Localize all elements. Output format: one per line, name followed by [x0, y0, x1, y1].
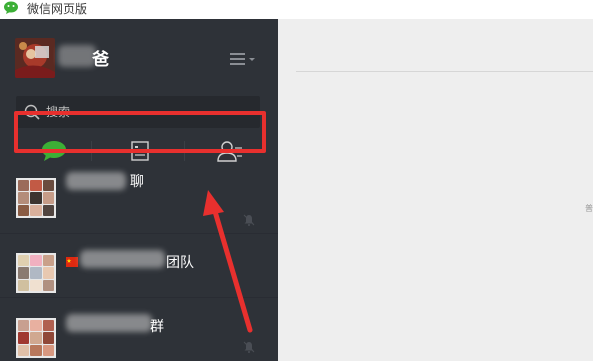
tab-separator [91, 141, 92, 161]
window-title: 微信网页版 [27, 2, 88, 16]
contacts-icon [217, 141, 242, 162]
name-blur [66, 172, 126, 190]
article-card-icon [131, 141, 149, 161]
menu-button[interactable] [230, 52, 256, 66]
name-blur [66, 314, 152, 332]
main-panel: 普 [278, 19, 593, 361]
chat-name: 群 [150, 319, 164, 335]
group-avatar [16, 318, 56, 358]
avatar[interactable] [15, 38, 55, 78]
chat-list-item[interactable]: 群 [0, 298, 278, 361]
profile-header: ██爸 [0, 19, 278, 95]
chat-list-item[interactable]: 聊 [0, 170, 278, 234]
sidebar: ██爸 [0, 19, 278, 361]
chat-name: 团队 [166, 255, 194, 271]
chat-name: 聊 [130, 174, 144, 190]
edge-text: 普 [585, 204, 593, 213]
tab-bar [14, 131, 266, 171]
mute-bell-icon [243, 214, 255, 226]
chat-list-item[interactable]: 团队 [0, 234, 278, 298]
tab-articles[interactable] [100, 131, 180, 171]
search-bar[interactable] [16, 96, 260, 128]
header-divider [296, 71, 593, 72]
tab-separator [184, 141, 185, 161]
window-titlebar: 微信网页版 [0, 0, 593, 19]
search-icon [24, 104, 40, 120]
chat-bubble-icon [42, 141, 66, 161]
group-avatar [16, 253, 56, 293]
search-input[interactable] [46, 96, 254, 128]
nickname: ██爸 [92, 50, 110, 70]
name-blur [80, 250, 165, 268]
tab-contacts[interactable] [190, 131, 270, 171]
tab-chat[interactable] [14, 131, 94, 171]
group-avatar [16, 178, 56, 218]
china-flag-icon [66, 257, 78, 267]
mute-bell-icon [243, 341, 255, 353]
wechat-logo-icon [4, 1, 18, 14]
